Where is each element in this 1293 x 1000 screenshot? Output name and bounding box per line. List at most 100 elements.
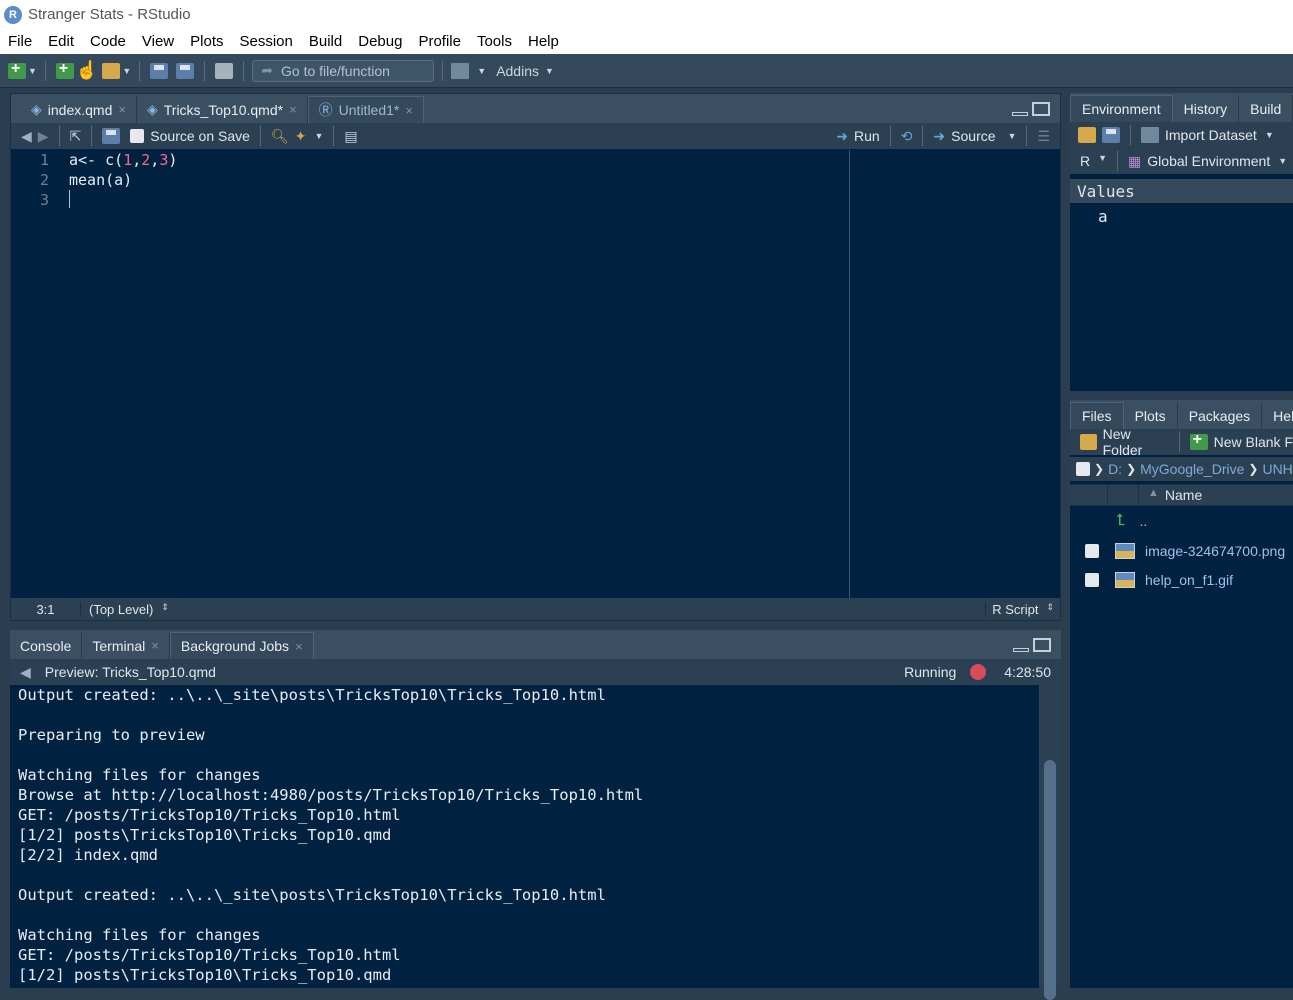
environment-scope-selector[interactable]: ▦ Global Environment ▼: [1128, 153, 1287, 170]
menu-debug[interactable]: Debug: [350, 33, 410, 50]
source-on-save-checkbox[interactable]: [130, 129, 145, 143]
console-scrollbar[interactable]: [1039, 685, 1061, 1000]
menu-build[interactable]: Build: [301, 33, 350, 50]
maximize-icon[interactable]: [1033, 638, 1051, 652]
console-output-line: Output created: ..\..\_site\posts\Tricks…: [18, 886, 606, 904]
new-file-button[interactable]: ▼: [8, 59, 37, 83]
import-dataset-button[interactable]: Import Dataset ▼: [1141, 127, 1274, 143]
run-button[interactable]: ➜ Run: [836, 128, 879, 145]
breadcrumb-folder[interactable]: MyGoogle_Drive: [1140, 461, 1244, 477]
line-number: 1: [39, 151, 49, 169]
go-to-file-input[interactable]: ➦ Go to file/function: [252, 59, 435, 82]
scrollbar-thumb[interactable]: [1044, 760, 1056, 1000]
file-row[interactable]: image-324674700.png: [1070, 537, 1293, 565]
tab-tricks-top10-qmd[interactable]: ◈ Tricks_Top10.qmd* ×: [137, 96, 308, 123]
save-icon[interactable]: [102, 128, 121, 144]
table-icon: [1141, 127, 1159, 143]
console-pane: Console Terminal × Background Jobs × ◀ Pre…: [10, 630, 1061, 1000]
save-all-button[interactable]: [174, 59, 196, 83]
close-icon[interactable]: ×: [151, 638, 159, 653]
file-type-selector[interactable]: R Script ⇕: [985, 601, 1060, 617]
magic-wand-icon[interactable]: ✦: [295, 128, 307, 145]
tab-plots[interactable]: Plots: [1124, 402, 1178, 429]
file-checkbox[interactable]: [1085, 573, 1099, 587]
maximize-icon[interactable]: [1032, 102, 1050, 116]
menu-profile[interactable]: Profile: [410, 33, 469, 50]
chevron-down-icon[interactable]: ▼: [314, 131, 323, 141]
language-selector[interactable]: R ▼: [1080, 153, 1107, 169]
outline-icon[interactable]: ☰: [1037, 128, 1050, 145]
menu-edit[interactable]: Edit: [40, 33, 82, 50]
tab-untitled1[interactable]: Ⓡ Untitled1* ×: [307, 96, 424, 123]
breadcrumb-next[interactable]: UNH: [1262, 461, 1292, 477]
tab-build[interactable]: Build: [1239, 95, 1293, 122]
tab-help[interactable]: Help: [1262, 402, 1293, 429]
tab-console[interactable]: Console: [10, 632, 83, 659]
select-all-checkbox[interactable]: [1076, 462, 1090, 476]
tab-index-qmd[interactable]: ◈ index.qmd ×: [21, 96, 137, 123]
back-arrow-icon[interactable]: ◀: [20, 664, 31, 681]
line-number: 3: [39, 191, 49, 209]
pane-layout-button[interactable]: ▼: [451, 59, 486, 83]
minimize-icon[interactable]: [1013, 648, 1029, 652]
new-folder-button[interactable]: New Folder: [1080, 426, 1169, 458]
code-number: 2: [141, 151, 151, 169]
tab-files[interactable]: Files: [1070, 402, 1124, 429]
tab-packages[interactable]: Packages: [1178, 402, 1263, 429]
close-icon[interactable]: ×: [405, 103, 413, 118]
sort-name-button[interactable]: ▲ Name: [1148, 487, 1202, 503]
show-in-window-icon[interactable]: ⇱: [70, 128, 82, 145]
tab-label: Untitled1*: [338, 102, 400, 118]
tab-environment[interactable]: Environment: [1070, 95, 1173, 122]
tab-terminal[interactable]: Terminal ×: [82, 632, 170, 659]
job-output[interactable]: Output created: ..\..\_site\posts\Tricks…: [10, 685, 1039, 988]
menu-session[interactable]: Session: [232, 33, 301, 50]
tab-background-jobs[interactable]: Background Jobs ×: [169, 632, 314, 659]
stop-job-icon[interactable]: [970, 664, 987, 680]
scope-label: (Top Level): [89, 601, 154, 617]
back-arrow-icon[interactable]: ◀: [21, 128, 32, 145]
new-blank-file-button[interactable]: New Blank F: [1189, 431, 1293, 450]
tab-history[interactable]: History: [1173, 95, 1240, 122]
forward-arrow-icon[interactable]: ▶: [38, 128, 49, 145]
code-line: mean(a): [69, 171, 133, 189]
compile-report-icon[interactable]: ▤: [344, 128, 357, 145]
minimize-icon[interactable]: [1012, 112, 1028, 116]
breadcrumb-drive[interactable]: D:: [1108, 461, 1122, 477]
search-icon[interactable]: 🔍︎: [271, 128, 289, 145]
file-row-parent[interactable]: ⮤ ..: [1070, 507, 1293, 535]
save-workspace-icon[interactable]: [1102, 127, 1120, 143]
save-button[interactable]: [148, 59, 170, 83]
tab-label: Terminal: [92, 637, 146, 654]
open-file-button[interactable]: ▼: [102, 59, 131, 83]
env-variable-a[interactable]: a: [1098, 207, 1108, 226]
arrow-right-icon: ➦: [261, 62, 273, 78]
file-name[interactable]: help_on_f1.gif: [1145, 572, 1233, 588]
close-icon[interactable]: ×: [289, 102, 297, 117]
load-workspace-icon[interactable]: [1078, 127, 1096, 143]
source-button[interactable]: ➜ Source ▼: [933, 128, 1016, 145]
chevron-down-icon: ▼: [477, 65, 487, 76]
print-button[interactable]: [213, 59, 235, 83]
environment-scope-bar: R ▼ ▦ Global Environment ▼: [1070, 148, 1293, 174]
menu-plots[interactable]: Plots: [182, 33, 231, 50]
scope-selector[interactable]: (Top Level) ⇕: [81, 602, 169, 617]
console-output-line: Preparing to preview: [18, 726, 205, 744]
close-icon[interactable]: ×: [118, 102, 126, 117]
code-editor[interactable]: 1 2 3 a<- c(1,2,3) mean(a): [11, 150, 1060, 599]
new-project-button[interactable]: [54, 59, 76, 83]
console-output-line: [2/2] index.qmd: [18, 846, 158, 864]
code-line: a<- c(1,2,3): [69, 150, 1060, 170]
menu-help[interactable]: Help: [520, 33, 567, 50]
close-icon[interactable]: ×: [295, 639, 303, 654]
file-row[interactable]: help_on_f1.gif: [1070, 566, 1293, 594]
file-name[interactable]: image-324674700.png: [1145, 543, 1285, 559]
menu-tools[interactable]: Tools: [469, 33, 520, 50]
menu-file[interactable]: File: [0, 33, 40, 50]
addins-button[interactable]: Addins ▼: [496, 59, 554, 83]
file-checkbox[interactable]: [1085, 544, 1099, 558]
menu-view[interactable]: View: [134, 33, 182, 50]
menu-code[interactable]: Code: [82, 33, 134, 50]
rerun-icon[interactable]: ⟲: [901, 128, 913, 145]
